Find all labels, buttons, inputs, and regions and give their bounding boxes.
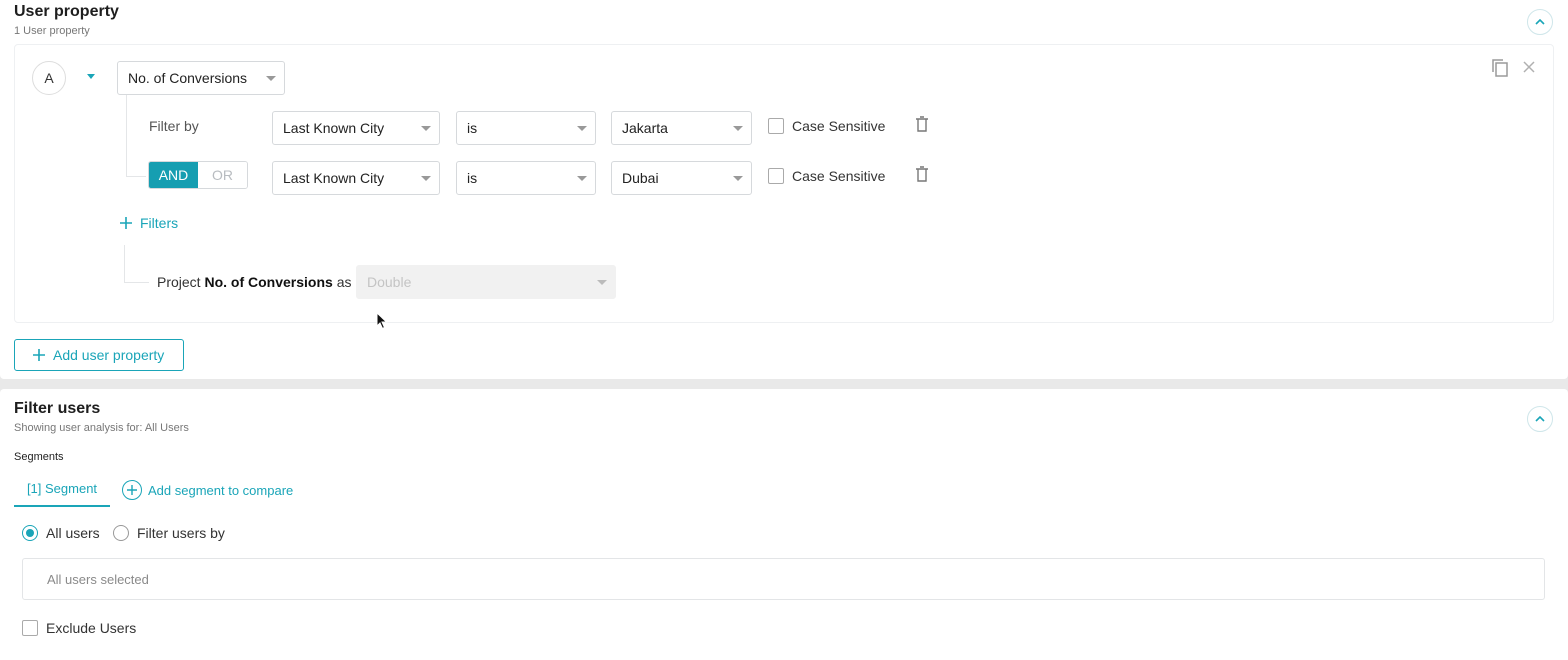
add-segment-button[interactable]: Add segment to compare [122,480,293,500]
filter-operator-select[interactable]: is [456,111,596,145]
radio-all-users[interactable]: All users [22,525,100,541]
filter-users-panel: Filter users Showing user analysis for: … [0,389,1568,660]
add-user-property-label: Add user property [53,347,165,363]
user-property-title: User property [14,3,119,20]
filter-field-select[interactable]: Last Known City [272,161,440,195]
property-letter-badge: A [32,61,66,95]
project-suffix: as [336,274,352,290]
project-type-placeholder: Double [367,274,412,290]
user-selection-box: All users selected [22,558,1545,600]
dropdown-caret-icon [733,126,743,131]
add-user-property-button[interactable]: Add user property [14,339,184,371]
tree-connector [124,245,125,282]
plus-circle-icon [122,480,142,500]
add-filters-button[interactable]: Filters [120,215,178,231]
filter-operator-value: is [467,170,478,186]
tree-connector [124,282,149,283]
filter-users-subtitle: Showing user analysis for: All Users [14,422,189,434]
property-select[interactable]: No. of Conversions [117,61,285,95]
dropdown-caret-icon [421,176,431,181]
project-type-select: Double [356,265,616,299]
add-segment-label: Add segment to compare [148,482,294,498]
case-sensitive-label: Case Sensitive [792,118,886,134]
filter-value-text: Dubai [622,170,659,186]
trash-icon[interactable] [915,116,929,137]
user-property-panel: User property 1 User property A No. of C… [0,0,1568,379]
tree-connector [126,95,127,177]
case-sensitive-checkbox[interactable] [768,168,784,184]
filter-value-text: Jakarta [622,120,668,136]
caret-down-icon[interactable] [87,74,95,79]
trash-icon[interactable] [915,166,929,187]
project-as-text: Project No. of Conversions as [157,274,352,290]
tab-segment-1[interactable]: [1] Segment [14,481,110,507]
collapse-user-property-button[interactable] [1527,9,1553,35]
mouse-pointer-icon [376,311,388,335]
radio-filter-users-by[interactable]: Filter users by [113,525,225,541]
tree-connector [126,176,146,177]
filter-value-select[interactable]: Dubai [611,161,752,195]
close-icon[interactable] [1522,60,1536,79]
case-sensitive-label: Case Sensitive [792,168,886,184]
collapse-filter-users-button[interactable] [1527,406,1553,432]
and-or-toggle: AND OR [148,161,248,189]
radio-selected-icon [22,525,38,541]
plus-icon [120,217,132,229]
filter-by-label: Filter by [149,118,199,134]
radio-filter-users-label: Filter users by [137,525,225,541]
filter-value-select[interactable]: Jakarta [611,111,752,145]
segment-tab-label: [1] Segment [26,481,98,496]
exclude-users-label: Exclude Users [46,620,137,636]
filter-field-value: Last Known City [283,170,385,186]
dropdown-caret-icon [733,176,743,181]
dropdown-caret-icon [597,280,607,285]
filter-field-value: Last Known City [283,120,385,136]
dropdown-caret-icon [421,126,431,131]
chevron-up-icon [1535,416,1545,422]
add-filters-label: Filters [140,215,179,231]
dropdown-caret-icon [577,176,587,181]
filter-field-select[interactable]: Last Known City [272,111,440,145]
exclude-users-checkbox[interactable] [22,620,38,636]
case-sensitive-checkbox[interactable] [768,118,784,134]
project-prefix: Project [157,274,201,290]
filter-operator-select[interactable]: is [456,161,596,195]
property-select-value: No. of Conversions [128,70,248,86]
and-button[interactable]: AND [149,162,198,188]
segments-label: Segments [14,451,64,463]
filter-users-title: Filter users [14,400,101,417]
copy-icon[interactable] [1491,58,1509,83]
dropdown-caret-icon [577,126,587,131]
plus-icon [33,349,45,361]
filter-operator-value: is [467,120,478,136]
user-selection-text: All users selected [47,571,149,587]
dropdown-caret-icon [266,76,276,81]
chevron-up-icon [1535,19,1545,25]
user-property-card: A No. of Conversions Filter by Last Know… [14,44,1554,330]
project-property-name: No. of Conversions [204,274,333,290]
user-property-count: 1 User property [14,25,90,37]
radio-all-users-label: All users [46,525,100,541]
or-button[interactable]: OR [198,162,247,188]
radio-unselected-icon [113,525,129,541]
